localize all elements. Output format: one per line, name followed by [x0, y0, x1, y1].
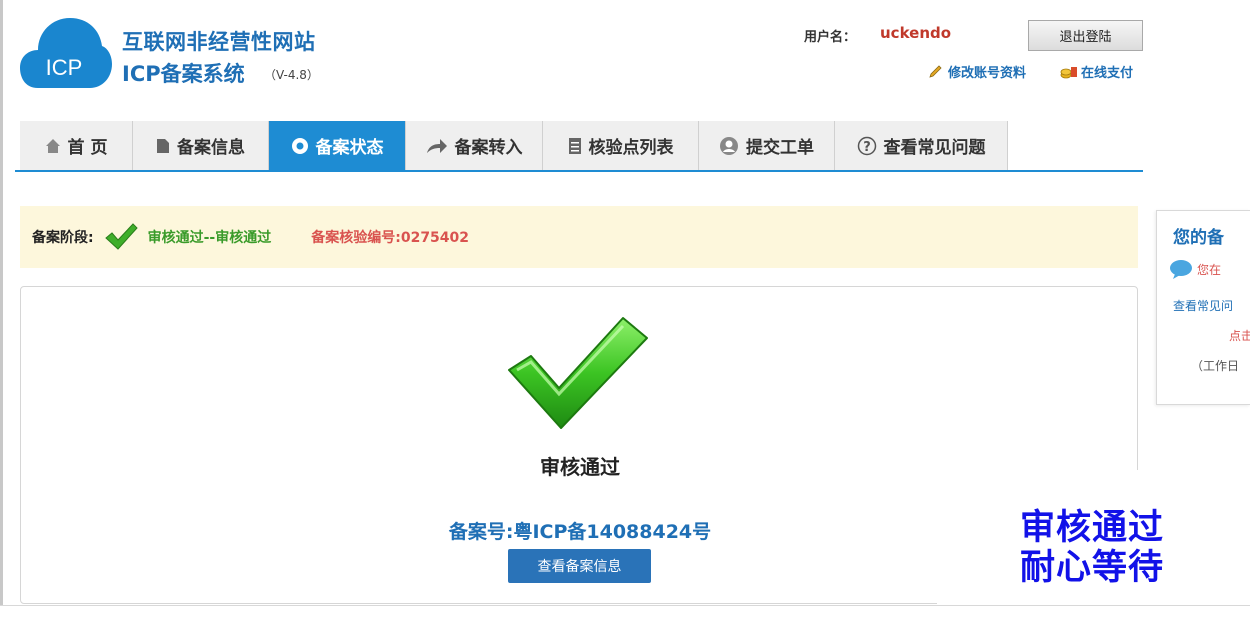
nav-underline [15, 170, 1143, 172]
record-number: 备案号:粤ICP备14088424号 [448, 521, 712, 543]
window-bottom-edge [0, 605, 1250, 621]
side-title: 您的备 [1173, 228, 1224, 248]
tab-checkpoint-list-label: 核验点列表 [588, 138, 674, 158]
side-faq-link[interactable]: 查看常见问 [1173, 297, 1233, 314]
tab-record-info[interactable]: 备案信息 [133, 121, 269, 170]
icp-cloud-logo: ICP [20, 18, 112, 88]
tab-home-label: 首 页 [67, 138, 108, 158]
stage-status: 审核通过--审核通过 [147, 230, 272, 246]
window-left-edge [0, 0, 3, 605]
annotation-line-1: 审核通过 [1020, 508, 1165, 548]
home-icon [45, 138, 60, 153]
side-work-hours: （工作日 [1191, 359, 1240, 373]
tab-home[interactable]: 首 页 [20, 121, 133, 170]
tab-record-status-label: 备案状态 [315, 138, 384, 158]
svg-text:?: ? [863, 140, 871, 155]
help-icon: ? [857, 136, 876, 155]
check-icon [104, 223, 138, 250]
tab-record-status[interactable]: 备案状态 [269, 121, 406, 170]
side-chat-link[interactable]: 您在 [1169, 259, 1221, 279]
username-value: uckendo [880, 24, 952, 42]
side-help-widget: 您的备 您在 查看常见问 点击 （工作日 [1156, 210, 1250, 405]
tab-faq[interactable]: ? 查看常见问题 [835, 121, 1008, 170]
approved-title: 审核通过 [540, 455, 620, 479]
tab-submit-ticket-label: 提交工单 [746, 138, 814, 158]
system-title: ICP备案系统 [122, 62, 245, 86]
stage-bar: 备案阶段: 审核通过--审核通过 备案核验编号:0275402 [20, 206, 1138, 268]
username-label: 用户名： [804, 30, 857, 45]
list-icon [568, 137, 581, 154]
annotation-line-2: 耐心等待 [1020, 548, 1165, 588]
tab-checkpoint-list[interactable]: 核验点列表 [543, 121, 699, 170]
tab-record-transfer[interactable]: 备案转入 [406, 121, 543, 170]
side-chat-label: 您在 [1197, 262, 1222, 277]
large-check-icon [508, 317, 648, 429]
chat-bubble-icon [1170, 260, 1192, 279]
document-icon [157, 138, 169, 153]
logout-button[interactable]: 退出登陆 [1028, 20, 1143, 51]
stage-label: 备案阶段: [32, 230, 94, 246]
pencil-icon [929, 64, 942, 78]
user-icon [720, 136, 738, 155]
tab-submit-ticket[interactable]: 提交工单 [699, 121, 835, 170]
online-pay-link[interactable]: 在线支付 [1060, 62, 1133, 81]
svg-text:ICP: ICP [46, 55, 83, 80]
version-label: （V-4.8） [264, 68, 319, 82]
main-nav: 首 页 备案信息 备案状态 备案转入 核验点列表 提交工单 ? 查看常见问题 [20, 121, 1008, 170]
status-icon [291, 137, 308, 154]
edit-account-label: 修改账号资料 [948, 66, 1027, 81]
tab-record-info-label: 备案信息 [177, 138, 245, 158]
arrow-forward-icon [426, 138, 447, 153]
verify-code: 备案核验编号:0275402 [311, 230, 470, 246]
side-click-link[interactable]: 点击 [1229, 327, 1250, 344]
tab-faq-label: 查看常见问题 [883, 138, 986, 158]
view-record-button[interactable]: 查看备案信息 [508, 549, 651, 583]
online-pay-label: 在线支付 [1081, 66, 1134, 81]
tab-record-transfer-label: 备案转入 [454, 138, 523, 158]
site-title: 互联网非经营性网站 [122, 30, 316, 54]
edit-account-link[interactable]: 修改账号资料 [928, 62, 1026, 81]
coins-icon [1060, 66, 1077, 78]
